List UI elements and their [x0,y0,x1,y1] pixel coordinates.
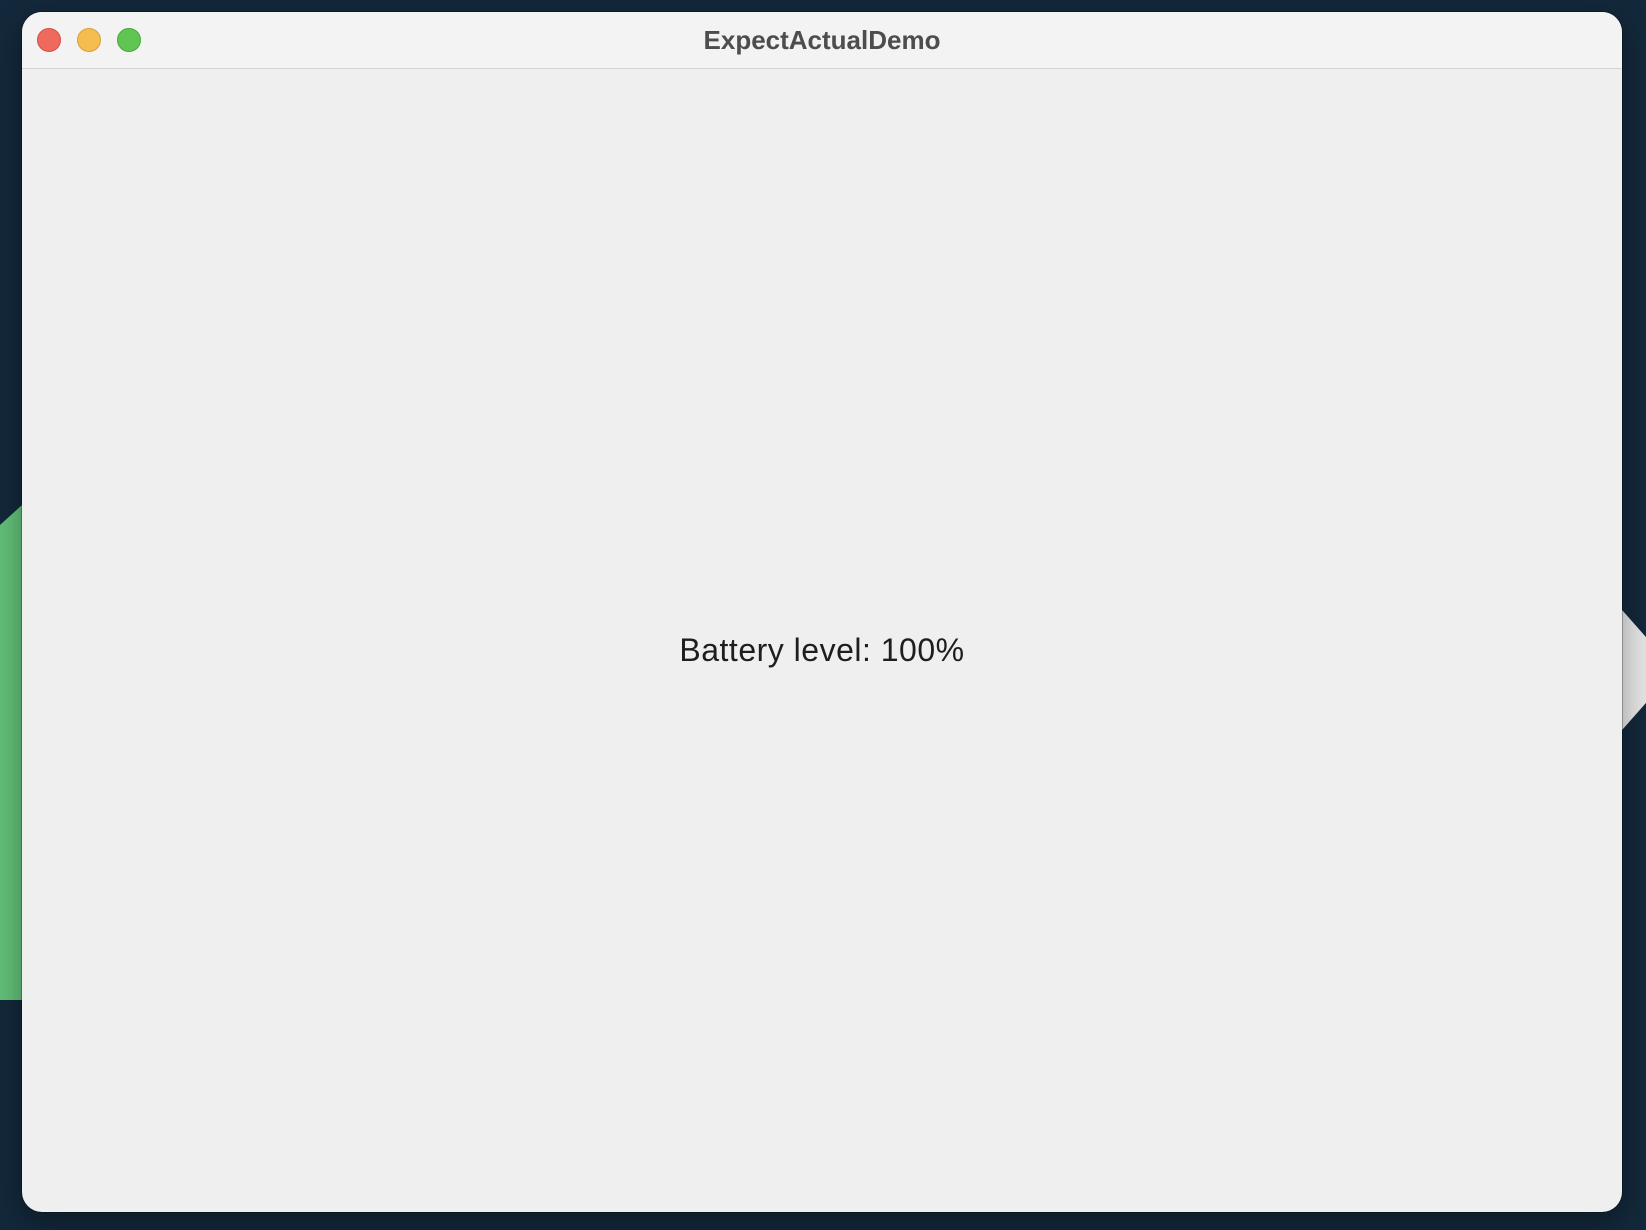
window-title: ExpectActualDemo [703,25,941,55]
app-window: ExpectActualDemo Battery level: 100% [22,12,1622,1212]
main-content: Battery level: 100% [22,69,1622,1212]
desktop: ExpectActualDemo Battery level: 100% [0,0,1646,1230]
title-bar[interactable]: ExpectActualDemo [22,12,1622,69]
battery-level-label: Battery level: 100% [679,632,965,668]
